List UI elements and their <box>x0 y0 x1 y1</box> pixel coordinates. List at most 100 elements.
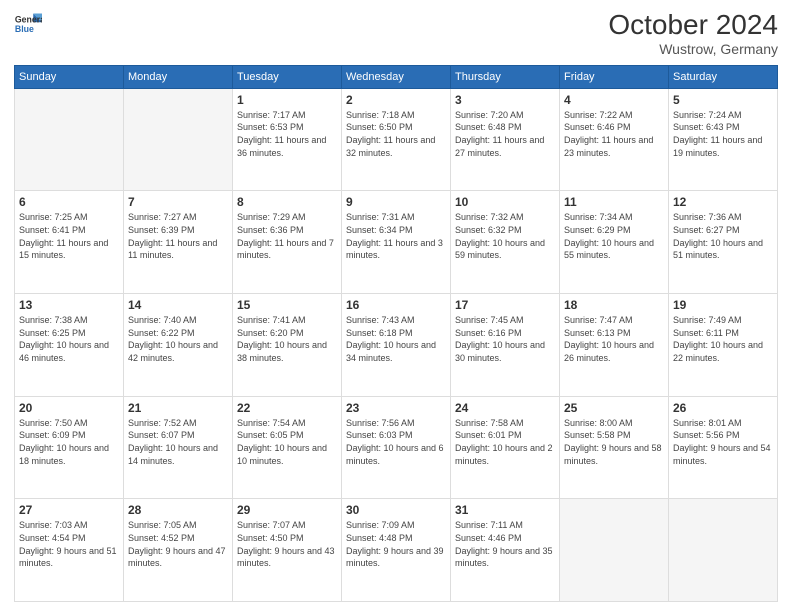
day-detail: Sunrise: 7:54 AMSunset: 6:05 PMDaylight:… <box>237 417 337 467</box>
day-detail: Sunrise: 7:50 AMSunset: 6:09 PMDaylight:… <box>19 417 119 467</box>
day-cell: 15 Sunrise: 7:41 AMSunset: 6:20 PMDayligh… <box>233 294 342 397</box>
weekday-header-sunday: Sunday <box>15 65 124 88</box>
day-cell: 8 Sunrise: 7:29 AMSunset: 6:36 PMDaylight… <box>233 191 342 294</box>
day-number: 30 <box>346 503 446 517</box>
weekday-header-row: SundayMondayTuesdayWednesdayThursdayFrid… <box>15 65 778 88</box>
day-number: 5 <box>673 93 773 107</box>
week-row-4: 20 Sunrise: 7:50 AMSunset: 6:09 PMDayligh… <box>15 396 778 499</box>
day-detail: Sunrise: 8:01 AMSunset: 5:56 PMDaylight:… <box>673 417 773 467</box>
day-cell: 21Sunrise: 7:52 AMSunset: 6:07 PMDayligh… <box>124 396 233 499</box>
day-cell: 9 Sunrise: 7:31 AMSunset: 6:34 PMDaylight… <box>342 191 451 294</box>
day-number: 11 <box>564 195 664 209</box>
day-number: 2 <box>346 93 446 107</box>
day-number: 19 <box>673 298 773 312</box>
day-number: 15 <box>237 298 337 312</box>
day-number: 9 <box>346 195 446 209</box>
page: General Blue October 2024 Wustrow, Germa… <box>0 0 792 612</box>
day-detail: Sunrise: 7:17 AMSunset: 6:53 PMDaylight:… <box>237 109 337 159</box>
day-detail: Sunrise: 7:32 AMSunset: 6:32 PMDaylight:… <box>455 211 555 261</box>
day-cell <box>560 499 669 602</box>
day-number: 10 <box>455 195 555 209</box>
day-number: 3 <box>455 93 555 107</box>
day-number: 25 <box>564 401 664 415</box>
day-number: 20 <box>19 401 119 415</box>
day-cell: 10 Sunrise: 7:32 AMSunset: 6:32 PMDayligh… <box>451 191 560 294</box>
weekday-header-monday: Monday <box>124 65 233 88</box>
day-detail: Sunrise: 7:18 AMSunset: 6:50 PMDaylight:… <box>346 109 446 159</box>
svg-text:General: General <box>15 14 42 24</box>
day-detail: Sunrise: 7:41 AMSunset: 6:20 PMDaylight:… <box>237 314 337 364</box>
day-number: 24 <box>455 401 555 415</box>
day-cell: 11 Sunrise: 7:34 AMSunset: 6:29 PMDayligh… <box>560 191 669 294</box>
day-cell: 19 Sunrise: 7:49 AMSunset: 6:11 PMDayligh… <box>669 294 778 397</box>
day-detail: Sunrise: 7:31 AMSunset: 6:34 PMDaylight:… <box>346 211 446 261</box>
svg-text:Blue: Blue <box>15 24 34 34</box>
day-detail: Sunrise: 7:40 AMSunset: 6:22 PMDaylight:… <box>128 314 228 364</box>
day-cell: 25 Sunrise: 8:00 AMSunset: 5:58 PMDayligh… <box>560 396 669 499</box>
day-detail: Sunrise: 7:07 AMSunset: 4:50 PMDaylight:… <box>237 519 337 569</box>
week-row-2: 6Sunrise: 7:25 AMSunset: 6:41 PMDaylight… <box>15 191 778 294</box>
location: Wustrow, Germany <box>608 41 778 57</box>
day-cell: 20 Sunrise: 7:50 AMSunset: 6:09 PMDayligh… <box>15 396 124 499</box>
day-cell: 17 Sunrise: 7:45 AMSunset: 6:16 PMDayligh… <box>451 294 560 397</box>
day-number: 4 <box>564 93 664 107</box>
day-number: 22 <box>237 401 337 415</box>
day-detail: Sunrise: 7:29 AMSunset: 6:36 PMDaylight:… <box>237 211 337 261</box>
day-cell: 13Sunrise: 7:38 AMSunset: 6:25 PMDayligh… <box>15 294 124 397</box>
day-number: 14 <box>128 298 228 312</box>
day-detail: Sunrise: 7:27 AMSunset: 6:39 PMDaylight:… <box>128 211 228 261</box>
day-cell <box>124 88 233 191</box>
logo-icon: General Blue <box>14 10 42 38</box>
day-detail: Sunrise: 7:56 AMSunset: 6:03 PMDaylight:… <box>346 417 446 467</box>
weekday-header-saturday: Saturday <box>669 65 778 88</box>
day-detail: Sunrise: 7:52 AMSunset: 6:07 PMDaylight:… <box>128 417 228 467</box>
day-cell: 12Sunrise: 7:36 AMSunset: 6:27 PMDayligh… <box>669 191 778 294</box>
day-cell <box>669 499 778 602</box>
logo: General Blue <box>14 10 42 38</box>
day-cell: 31 Sunrise: 7:11 AMSunset: 4:46 PMDayligh… <box>451 499 560 602</box>
weekday-header-thursday: Thursday <box>451 65 560 88</box>
day-cell: 6Sunrise: 7:25 AMSunset: 6:41 PMDaylight… <box>15 191 124 294</box>
day-detail: Sunrise: 7:49 AMSunset: 6:11 PMDaylight:… <box>673 314 773 364</box>
calendar-table: SundayMondayTuesdayWednesdayThursdayFrid… <box>14 65 778 602</box>
day-cell: 27Sunrise: 7:03 AMSunset: 4:54 PMDayligh… <box>15 499 124 602</box>
weekday-header-tuesday: Tuesday <box>233 65 342 88</box>
day-number: 1 <box>237 93 337 107</box>
week-row-5: 27Sunrise: 7:03 AMSunset: 4:54 PMDayligh… <box>15 499 778 602</box>
day-detail: Sunrise: 7:22 AMSunset: 6:46 PMDaylight:… <box>564 109 664 159</box>
day-detail: Sunrise: 7:03 AMSunset: 4:54 PMDaylight:… <box>19 519 119 569</box>
day-number: 23 <box>346 401 446 415</box>
day-cell <box>15 88 124 191</box>
day-detail: Sunrise: 8:00 AMSunset: 5:58 PMDaylight:… <box>564 417 664 467</box>
day-cell: 18 Sunrise: 7:47 AMSunset: 6:13 PMDayligh… <box>560 294 669 397</box>
day-cell: 5Sunrise: 7:24 AMSunset: 6:43 PMDaylight… <box>669 88 778 191</box>
day-number: 31 <box>455 503 555 517</box>
day-number: 16 <box>346 298 446 312</box>
day-number: 28 <box>128 503 228 517</box>
day-cell: 22 Sunrise: 7:54 AMSunset: 6:05 PMDayligh… <box>233 396 342 499</box>
day-cell: 28 Sunrise: 7:05 AMSunset: 4:52 PMDayligh… <box>124 499 233 602</box>
day-detail: Sunrise: 7:58 AMSunset: 6:01 PMDaylight:… <box>455 417 555 467</box>
day-detail: Sunrise: 7:11 AMSunset: 4:46 PMDaylight:… <box>455 519 555 569</box>
day-cell: 14 Sunrise: 7:40 AMSunset: 6:22 PMDayligh… <box>124 294 233 397</box>
day-number: 8 <box>237 195 337 209</box>
day-number: 6 <box>19 195 119 209</box>
day-cell: 24 Sunrise: 7:58 AMSunset: 6:01 PMDayligh… <box>451 396 560 499</box>
weekday-header-wednesday: Wednesday <box>342 65 451 88</box>
day-detail: Sunrise: 7:20 AMSunset: 6:48 PMDaylight:… <box>455 109 555 159</box>
day-cell: 7 Sunrise: 7:27 AMSunset: 6:39 PMDaylight… <box>124 191 233 294</box>
day-detail: Sunrise: 7:47 AMSunset: 6:13 PMDaylight:… <box>564 314 664 364</box>
week-row-3: 13Sunrise: 7:38 AMSunset: 6:25 PMDayligh… <box>15 294 778 397</box>
day-number: 26 <box>673 401 773 415</box>
header: General Blue October 2024 Wustrow, Germa… <box>14 10 778 57</box>
day-detail: Sunrise: 7:45 AMSunset: 6:16 PMDaylight:… <box>455 314 555 364</box>
day-number: 7 <box>128 195 228 209</box>
day-number: 29 <box>237 503 337 517</box>
day-cell: 3 Sunrise: 7:20 AMSunset: 6:48 PMDaylight… <box>451 88 560 191</box>
day-cell: 29 Sunrise: 7:07 AMSunset: 4:50 PMDayligh… <box>233 499 342 602</box>
day-number: 18 <box>564 298 664 312</box>
day-detail: Sunrise: 7:34 AMSunset: 6:29 PMDaylight:… <box>564 211 664 261</box>
day-detail: Sunrise: 7:05 AMSunset: 4:52 PMDaylight:… <box>128 519 228 569</box>
day-detail: Sunrise: 7:09 AMSunset: 4:48 PMDaylight:… <box>346 519 446 569</box>
day-number: 17 <box>455 298 555 312</box>
